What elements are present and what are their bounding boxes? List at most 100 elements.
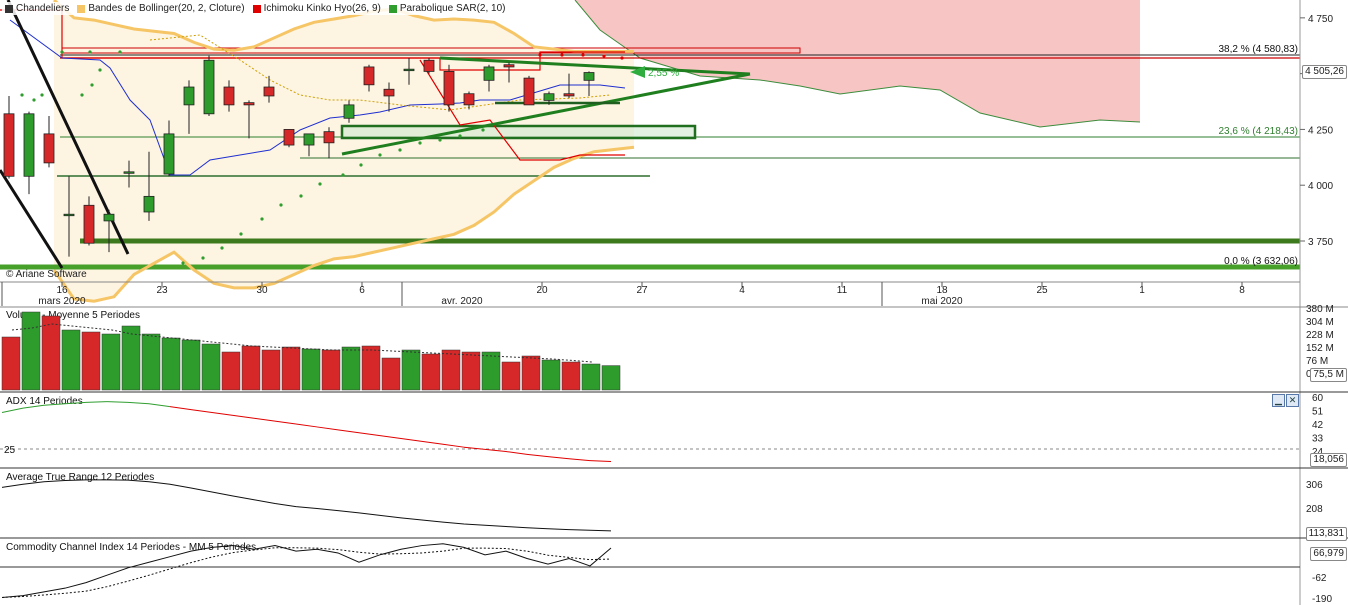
legend-candles[interactable]: Chandeliers — [5, 3, 69, 14]
adx-tick-label: 51 — [1312, 407, 1324, 418]
volume-bar[interactable] — [301, 348, 321, 391]
candle-body[interactable] — [523, 77, 535, 106]
atr-tick-label: 208 — [1306, 504, 1323, 515]
atr-badge: 113,831 — [1305, 527, 1347, 541]
candle-body[interactable] — [543, 93, 555, 101]
volume-bar[interactable] — [41, 315, 61, 391]
candle-body[interactable] — [443, 71, 455, 106]
candle-body[interactable] — [383, 88, 395, 97]
candle-body[interactable] — [143, 195, 155, 213]
candle-body[interactable] — [303, 133, 315, 146]
volume-bar[interactable] — [61, 329, 81, 391]
date-tick-label: 27 — [636, 285, 648, 296]
minimize-panel-button[interactable]: ▁ — [1272, 394, 1285, 407]
candle-body[interactable] — [503, 64, 515, 68]
candle-body[interactable] — [423, 59, 435, 72]
adx-badge: 18,056 — [1310, 453, 1347, 467]
candle-body[interactable] — [243, 102, 255, 106]
candle-body[interactable] — [223, 86, 235, 106]
volume-bar[interactable] — [501, 361, 521, 391]
volume-bar[interactable] — [481, 351, 501, 391]
candle-body[interactable] — [403, 68, 415, 72]
volume-bar[interactable] — [601, 365, 621, 391]
candle-body[interactable] — [103, 213, 115, 222]
sar-dot — [318, 182, 322, 186]
candle-body[interactable] — [583, 72, 595, 81]
volume-bar[interactable] — [341, 346, 361, 391]
close-panel-button[interactable]: ✕ — [1286, 394, 1299, 407]
volume-bar[interactable] — [321, 349, 341, 391]
volume-bar[interactable] — [561, 361, 581, 391]
adx-level-label: 25 — [4, 445, 16, 456]
volume-bar[interactable] — [121, 325, 141, 391]
candle-body[interactable] — [463, 93, 475, 106]
sar-dot — [458, 134, 462, 138]
volume-bar[interactable] — [261, 349, 281, 391]
consolidation-box — [340, 124, 697, 140]
volume-bar[interactable] — [381, 357, 401, 391]
adx-tick-label: 33 — [1312, 434, 1324, 445]
volume-bar[interactable] — [161, 337, 181, 391]
volume-bar[interactable] — [21, 311, 41, 391]
date-tick-label: 8 — [1239, 285, 1245, 296]
volume-bar[interactable] — [81, 331, 101, 391]
volume-bar[interactable] — [181, 339, 201, 391]
volume-bar[interactable] — [281, 346, 301, 391]
candle-body[interactable] — [283, 129, 295, 146]
volume-bar[interactable] — [421, 353, 441, 391]
watermark: © Ariane Software — [6, 269, 87, 280]
sar-dot — [181, 261, 185, 265]
cci-tick-label: -190 — [1312, 594, 1332, 605]
candle-body[interactable] — [323, 131, 335, 144]
candle-body[interactable] — [123, 171, 135, 174]
volume-bar[interactable] — [101, 333, 121, 391]
volume-tick-label: 228 M — [1306, 330, 1334, 341]
volume-bar[interactable] — [221, 351, 241, 391]
candle-body[interactable] — [63, 213, 75, 217]
date-tick-label: 30 — [256, 285, 268, 296]
candle-body[interactable] — [23, 113, 35, 177]
legend-ichimoku[interactable]: Ichimoku Kinko Hyo(26, 9) — [252, 3, 381, 14]
candle-body[interactable] — [163, 133, 175, 175]
volume-tick-label: 304 M — [1306, 317, 1334, 328]
legend-bollinger[interactable]: Bandes de Bollinger(20, 2, Cloture) — [77, 3, 245, 14]
volume-bar[interactable] — [1, 336, 21, 391]
candle-body[interactable] — [343, 104, 355, 119]
volume-bar[interactable] — [441, 349, 461, 391]
sar-dot — [620, 56, 624, 60]
volume-bar[interactable] — [541, 359, 561, 391]
candle-body[interactable] — [363, 66, 375, 86]
volume-bar[interactable] — [581, 363, 601, 391]
sar-dot — [60, 50, 64, 54]
y-tick-label: 4 000 — [1308, 181, 1333, 192]
candle-body[interactable] — [483, 66, 495, 81]
volume-bar[interactable] — [521, 355, 541, 391]
volume-bar[interactable] — [141, 333, 161, 391]
y-tick-label: 3 750 — [1308, 237, 1333, 248]
candle-body[interactable] — [203, 59, 215, 115]
volume-bar[interactable] — [401, 349, 421, 391]
adx-tick-label: 60 — [1312, 393, 1324, 404]
sar-dot — [378, 153, 382, 157]
volume-bar[interactable] — [461, 351, 481, 391]
candle-body[interactable] — [263, 86, 275, 97]
legend-label: Chandeliers — [16, 3, 70, 14]
volume-bar[interactable] — [201, 343, 221, 391]
volume-bar[interactable] — [361, 345, 381, 391]
date-tick-label: 16 — [56, 285, 68, 296]
candle-body[interactable] — [83, 204, 95, 244]
candle-body[interactable] — [183, 86, 195, 106]
volume-bar[interactable] — [241, 345, 261, 391]
candle-body[interactable] — [3, 113, 15, 177]
sar-dot — [98, 68, 102, 72]
sar-dot — [201, 256, 205, 260]
candle-body[interactable] — [563, 93, 575, 97]
legend-sar[interactable]: Parabolique SAR(2, 10) — [388, 3, 505, 14]
cci-title: Commodity Channel Index 14 Periodes - MM… — [6, 542, 256, 553]
fib-38-label: 38,2 % (4 580,83) — [1219, 44, 1299, 55]
sar-dot — [359, 163, 363, 167]
volume-tick-label: 76 M — [1306, 356, 1328, 367]
fib-0-label: 0,0 % (3 632,06) — [1224, 256, 1298, 267]
candle-body[interactable] — [43, 133, 55, 164]
cci-tick-label: -62 — [1312, 573, 1327, 584]
